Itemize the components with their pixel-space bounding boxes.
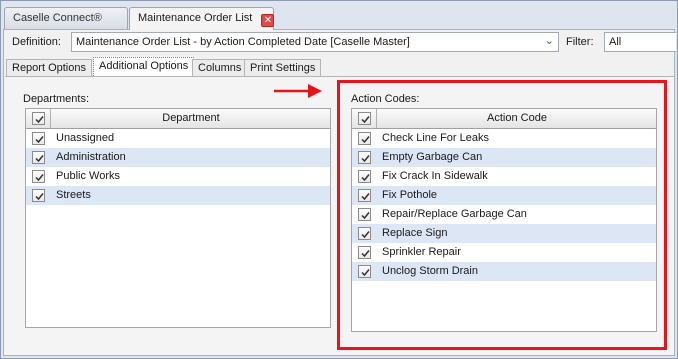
checkbox-cell [26,186,51,205]
tab-additional-options[interactable]: Additional Options [93,57,195,76]
row-label: Public Works [56,170,120,182]
list-item[interactable]: Administration [26,148,330,167]
highlight-box [337,80,667,350]
departments-label: Departments: [23,93,90,105]
tab-label: Caselle Connect® [13,12,102,24]
departments-rows: Unassigned Administration Public Works Stre… [26,129,330,205]
checkbox-cell [26,167,51,186]
definition-dropdown[interactable]: Maintenance Order List - by Action Compl… [71,32,559,52]
tab-label: Maintenance Order List [138,12,253,24]
checkmark-icon [35,174,44,182]
tab-caselle-connect[interactable]: Caselle Connect® [4,7,128,29]
tab-maintenance-order-list[interactable]: Maintenance Order List ✕ [129,7,275,30]
checkmark-icon [35,193,44,201]
close-icon[interactable]: ✕ [261,14,275,27]
row-checkbox[interactable] [32,132,45,145]
filter-value: All [609,36,622,48]
tab-label: Columns [198,62,242,74]
select-all-checkbox[interactable] [32,112,45,125]
definition-label: Definition: [12,36,61,48]
filter-dropdown[interactable]: All [604,32,676,52]
tab-label: Additional Options [99,60,189,72]
tab-columns[interactable]: Columns [192,59,248,76]
department-column-header: Department [162,112,220,124]
arrow-annotation-icon [274,84,322,98]
row-checkbox[interactable] [32,189,45,202]
tab-print-settings[interactable]: Print Settings [244,59,322,76]
tab-report-options[interactable]: Report Options [6,59,92,76]
row-label: Streets [56,189,91,201]
list-item[interactable]: Streets [26,186,330,205]
checkbox-cell [26,148,51,167]
checkbox-cell [26,129,51,148]
departments-grid-header: Department [26,109,330,129]
checkmark-icon [35,136,44,144]
definition-value: Maintenance Order List - by Action Compl… [76,36,410,48]
row-checkbox[interactable] [32,151,45,164]
filter-label: Filter: [566,36,594,48]
checkmark-icon [35,155,44,163]
list-item[interactable]: Unassigned [26,129,330,148]
row-checkbox[interactable] [32,170,45,183]
tab-label: Print Settings [250,62,316,74]
select-all-cell [26,109,51,128]
list-item[interactable]: Public Works [26,167,330,186]
chevron-down-icon[interactable]: ⌄ [545,34,554,47]
row-label: Unassigned [56,132,115,144]
tab-label: Report Options [12,62,86,74]
row-label: Administration [56,151,126,163]
departments-grid: Department Unassigned Administration Publi… [25,108,331,328]
